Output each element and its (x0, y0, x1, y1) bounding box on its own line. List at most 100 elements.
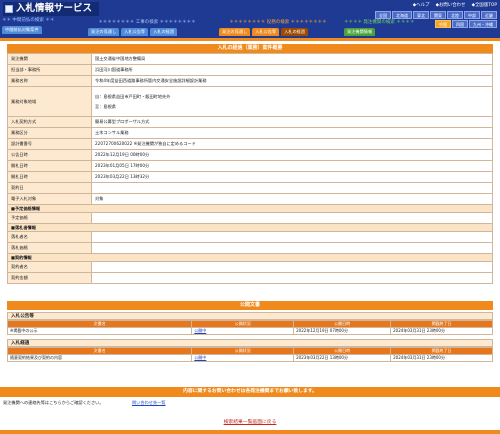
estimate-section-row: ■予定価格情報 (7, 204, 493, 213)
doc-end: 2024年03月31日 23時00分 (390, 354, 493, 362)
detail-label: 契約日 (7, 182, 92, 194)
national-top-link[interactable]: ◆全国版TOP (472, 3, 497, 8)
detail-label: 落札価格 (7, 242, 92, 254)
bidder-section-row: ■落札者情報 (7, 223, 493, 232)
table-row: ※掲載中の公示 公開中 2022年12月19日 07時00分 2024年03月3… (6, 327, 493, 335)
detail-row: 業務名称 令和4年度益田西道路事務所管内交通安全施設詳細設計業務 (7, 75, 493, 87)
detail-row: 業務区分 土木コンサル業務 (7, 127, 493, 139)
help-link[interactable]: ◆ヘルプ (413, 3, 430, 8)
region-tabs-2: 中国 四国 九州・沖縄 (434, 20, 497, 28)
bidder-section-heading: ■落札者情報 (7, 223, 493, 232)
doc-status-link[interactable]: 公開中 (191, 354, 295, 362)
detail-label: 設計書番号 (7, 138, 92, 150)
doc-date: 2023年03月22日 13時00分 (293, 354, 392, 362)
contact-link[interactable]: ◆お問い合わせ (436, 3, 466, 8)
doc-name: ※掲載中の公示 (6, 327, 193, 335)
col-doc-name: 文書名 (6, 320, 193, 328)
construction-search-title: ＊＊＊＊＊＊＊＊ 工事の検索 ＊＊＊＊＊＊＊＊ (98, 20, 196, 25)
back-to-results-link[interactable]: 検索結果一覧画面に戻る (0, 418, 500, 425)
detail-value: 土木コンサル業務 (91, 127, 493, 139)
tab-agency-info[interactable]: 発注機関情報 (344, 28, 376, 36)
notice-heading: 入札公告等 (7, 312, 493, 320)
detail-label: 業務区分 (7, 127, 92, 139)
col-status: 公開状況 (191, 320, 295, 328)
detail-label: 担当部・事務所 (7, 64, 92, 76)
detail-row: 契約者名 (7, 261, 493, 273)
region-tab-kanto[interactable]: 関東 (430, 11, 446, 19)
detail-row: 入札契約方式 簡易公募型プロポーザル方式 (7, 116, 493, 128)
detail-value: 国土交通省中国地方整備局 (91, 53, 493, 65)
detail-row: 電子入札対象 対象 (7, 193, 493, 205)
services-search-title: ＊＊＊＊＊＊＊＊ 役務の検索 ＊＊＊＊＊＊＊＊ (229, 20, 327, 25)
col-date: 公開日時 (293, 320, 392, 328)
contact-list-link[interactable]: 問い合わせ先一覧 (132, 398, 166, 407)
region-tab-chugoku[interactable]: 中国 (435, 20, 451, 28)
detail-label: 業務名称 (7, 75, 92, 87)
col-doc-name: 文書名 (6, 347, 193, 355)
detail-value (91, 261, 493, 273)
contact-note: 発注機関への連絡先等はこちらからご確認ください。 (3, 400, 104, 405)
doc-date: 2022年12月19日 07時00分 (293, 327, 392, 335)
detail-value: 22072700620022 ※発注機関が独自に定めるコード (91, 138, 493, 150)
detail-label: 発注機関 (7, 53, 92, 65)
detail-table: 発注機関 国土交通省中国地方整備局 担当部・事務所 浜田河川国道事務所 業務名称… (7, 53, 493, 284)
site-header: 入札情報サービス ◆ヘルプ ◆お問い合わせ ◆全国版TOP 全国 北海道 東北 … (0, 0, 500, 38)
region-tab-kinki[interactable]: 近畿 (481, 11, 497, 19)
detail-row: 業務対象地域 自：島根県益田市戸田町・飯田町地先外 至：島根県 (7, 86, 493, 117)
detail-row: 開札日時 2023年03月22日 13時32分 (7, 171, 493, 183)
region-tab-shikoku[interactable]: 四国 (452, 20, 468, 28)
detail-value: 対象 (91, 193, 493, 205)
col-status: 公開状況 (191, 347, 295, 355)
detail-row: 開札日時 2023年01月05日 17時00分 (7, 160, 493, 172)
midterm-group: ＊＊ 中間前払の検索 ＊＊ 中間前払対象案件 (2, 18, 55, 35)
progress-table: 文書名 公開状況 公開日時 掲載終了日 随意契約結果及び契約の内容 公開中 20… (6, 347, 493, 362)
doc-status-link[interactable]: 公開中 (191, 327, 295, 335)
nav-underline (0, 38, 500, 41)
region-tabs: 全国 北海道 東北 関東 北陸 中部 近畿 (374, 11, 497, 19)
brand[interactable]: 入札情報サービス (3, 2, 99, 16)
detail-label: 公告日時 (7, 149, 92, 161)
detail-value: 浜田河川国道事務所 (91, 64, 493, 76)
estimate-section-heading: ■予定価格情報 (7, 204, 493, 213)
detail-label: 予定価格 (7, 212, 92, 224)
detail-row: 発注機関 国土交通省中国地方整備局 (7, 53, 493, 65)
detail-label: 開札日時 (7, 171, 92, 183)
detail-value (91, 242, 493, 254)
notice-table: 文書名 公開状況 公開日時 掲載終了日 ※掲載中の公示 公開中 2022年12月… (6, 320, 493, 335)
tab-services-notices[interactable]: 入札公告等 (252, 28, 280, 36)
region-tab-national[interactable]: 全国 (375, 11, 391, 19)
midterm-group-title: ＊＊ 中間前払の検索 ＊＊ (2, 18, 55, 23)
contact-banner: 内容に関するお問い合わせは各発注機関までお願い致します。 (0, 387, 500, 397)
region-tab-kyushu[interactable]: 九州・沖縄 (469, 20, 497, 28)
region-tab-tohoku[interactable]: 東北 (413, 11, 429, 19)
detail-title: 入札の経過（業務）案件概要 (7, 44, 493, 53)
tab-construction-outlook[interactable]: 発注の見通し (88, 28, 120, 36)
tab-midterm-targets[interactable]: 中間前払対象案件 (2, 26, 42, 34)
progress-heading: 入札経過 (7, 339, 493, 347)
detail-label: 業務対象地域 (7, 86, 92, 117)
tab-construction-notices[interactable]: 入札公告等 (121, 28, 149, 36)
detail-label: 契約金額 (7, 272, 92, 284)
detail-value (91, 272, 493, 284)
detail-label: 契約者名 (7, 261, 92, 273)
detail-row: 公告日時 2022年12月19日 00時00分 (7, 149, 493, 161)
detail-label: 落札者名 (7, 231, 92, 243)
region-tab-hokuriku[interactable]: 北陸 (447, 11, 463, 19)
detail-value: 簡易公募型プロポーザル方式 (91, 116, 493, 128)
region-tab-hokkaido[interactable]: 北海道 (392, 11, 412, 19)
doc-name: 随意契約結果及び契約の内容 (6, 354, 193, 362)
detail-row: 落札価格 (7, 242, 493, 254)
detail-row: 契約金額 (7, 272, 493, 284)
detail-value: 自：島根県益田市戸田町・飯田町地先外 至：島根県 (91, 86, 493, 117)
site-title: 入札情報サービス (16, 3, 93, 14)
col-date: 公開日時 (293, 347, 392, 355)
region-tab-chubu[interactable]: 中部 (464, 11, 480, 19)
tab-construction-progress[interactable]: 入札の経過 (150, 28, 178, 36)
agency-search-title: ＊＊＊＊ 発注機関の検索 ＊＊＊＊ (344, 20, 415, 25)
contact-row: 発注機関への連絡先等はこちらからご確認ください。 問い合わせ先一覧 (0, 398, 500, 407)
detail-row: 落札者名 (7, 231, 493, 243)
tab-services-outlook[interactable]: 発注の見通し (219, 28, 251, 36)
detail-row: 担当部・事務所 浜田河川国道事務所 (7, 64, 493, 76)
tab-services-progress[interactable]: 入札の経過 (281, 28, 309, 36)
progress-header-row: 文書名 公開状況 公開日時 掲載終了日 (6, 347, 493, 355)
